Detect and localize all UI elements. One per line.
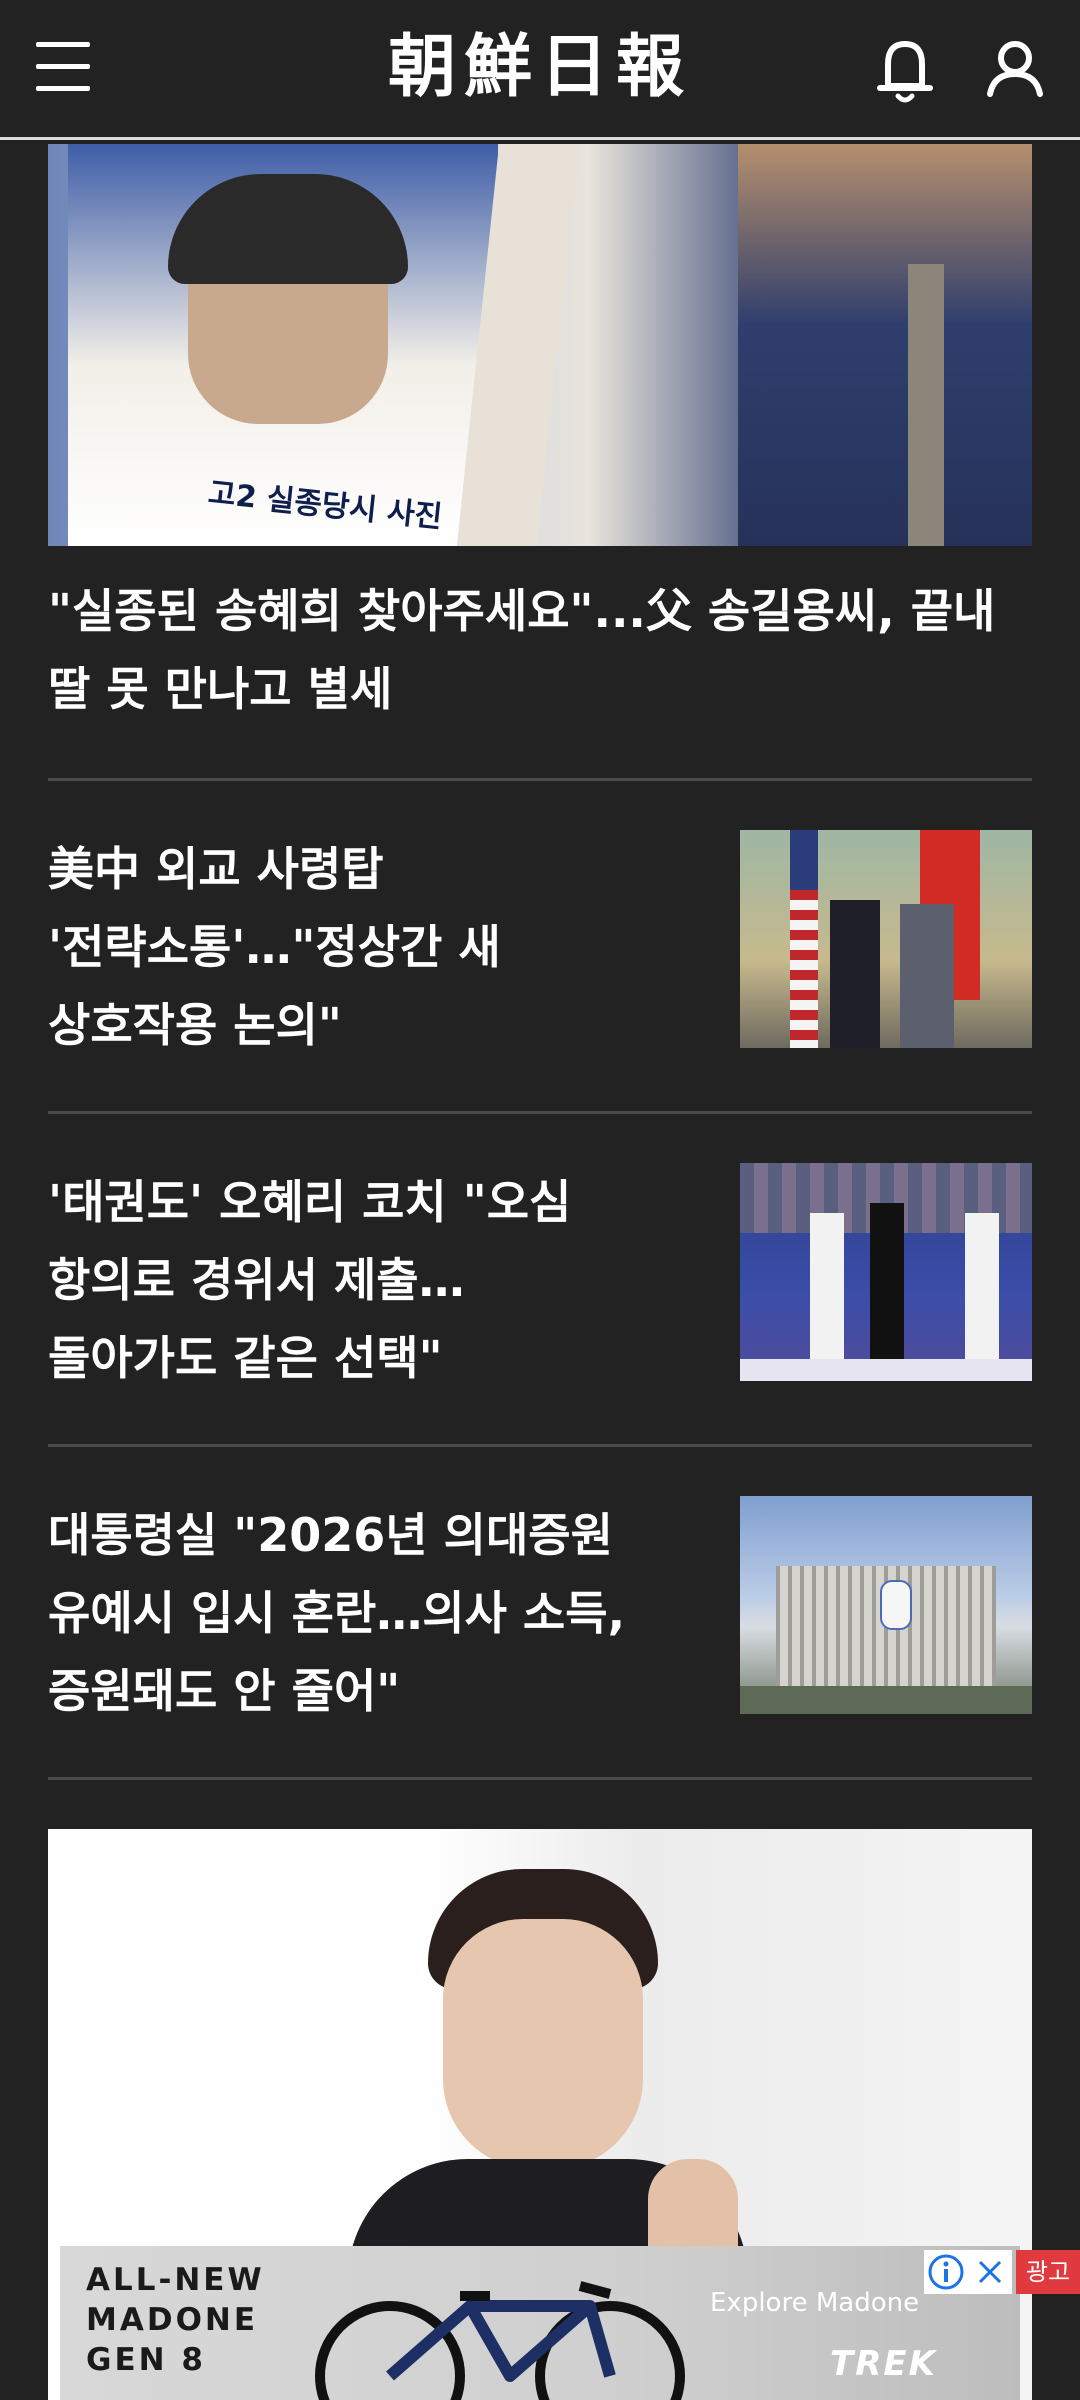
article-divider <box>48 778 1032 781</box>
bicycle-graphic <box>315 2281 685 2400</box>
article-thumbnail[interactable] <box>740 1163 1032 1381</box>
ad-title: ALL-NEW MADONE GEN 8 <box>86 2262 265 2378</box>
article-headline[interactable]: '태권도' 오혜리 코치 "오심 항의로 경위서 제출… 돌아가도 같은 선택" <box>48 1163 648 1397</box>
article-headline[interactable]: "실종된 송혜희 찾아주세요"...父 송길용씨, 끝내 딸 못 만나고 별세 <box>48 572 1008 728</box>
ad-explore-link[interactable]: Explore Madone <box>710 2288 919 2318</box>
top-app-bar: 朝鮮日報 <box>0 0 1080 140</box>
article-thumbnail[interactable] <box>740 1496 1032 1714</box>
ad-info-icon[interactable] <box>924 2250 968 2294</box>
ad-banner[interactable]: ALL-NEW MADONE GEN 8 Explore Madone TREK <box>60 2246 1020 2400</box>
article-thumbnail[interactable] <box>740 830 1032 1048</box>
article-divider <box>48 1111 1032 1114</box>
user-account-icon[interactable] <box>980 30 1050 110</box>
site-logo[interactable]: 朝鮮日報 <box>340 22 740 112</box>
article-divider <box>48 1444 1032 1447</box>
ad-close-icon[interactable] <box>968 2250 1012 2294</box>
article-headline[interactable]: 대통령실 "2026년 의대증원 유예시 입시 혼란…의사 소득, 증원돼도 안… <box>48 1496 688 1730</box>
notification-bell-icon[interactable] <box>870 30 940 110</box>
article-hero-image[interactable]: 고2 실종당시 사진 <box>48 144 1032 546</box>
article-headline[interactable]: 美中 외교 사령탑 '전략소통'…"정상간 새 상호작용 논의" <box>48 830 608 1064</box>
ad-label-badge: 광고 <box>1016 2250 1080 2294</box>
hamburger-menu-icon[interactable] <box>36 40 92 92</box>
ad-brand-logo: TREK <box>830 2344 937 2384</box>
article-divider <box>48 1777 1032 1780</box>
